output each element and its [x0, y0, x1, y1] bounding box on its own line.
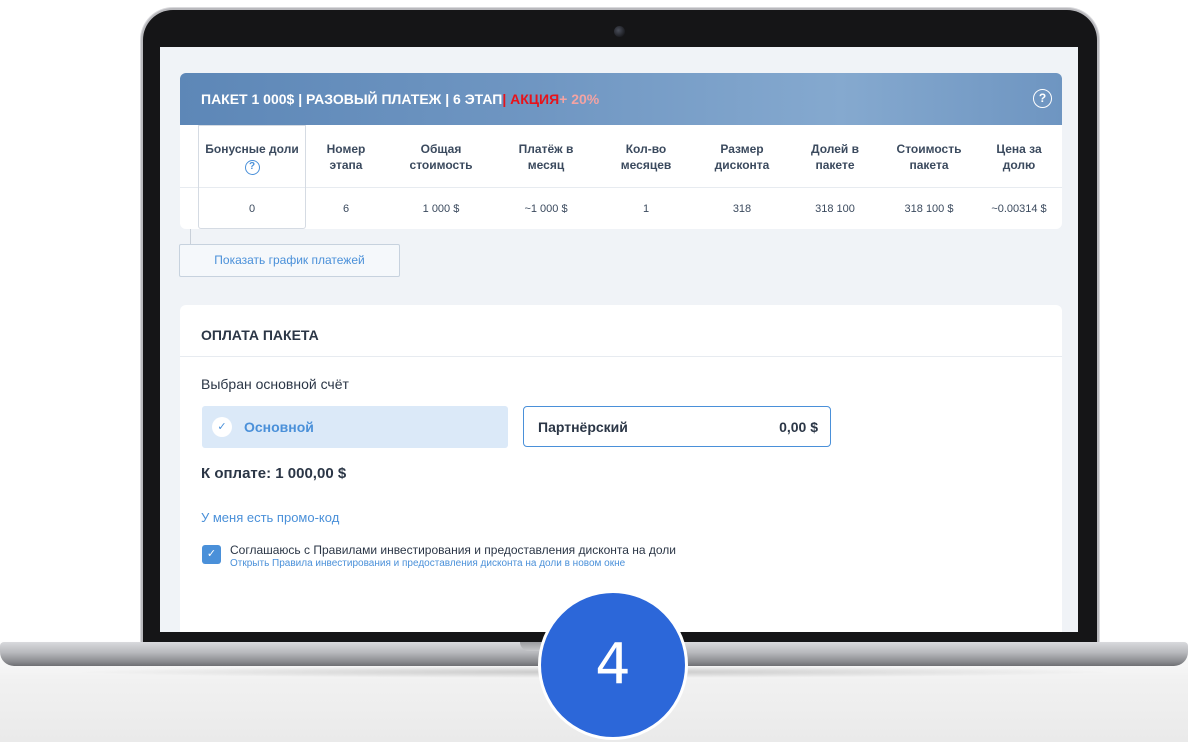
- table-header: Цена за долю: [996, 142, 1042, 172]
- promo-code-link[interactable]: У меня есть промо-код: [201, 510, 339, 525]
- table-header: Бонусные доли ?: [199, 141, 305, 175]
- table-cell: 0: [248, 203, 256, 215]
- table-header: Размер дисконта: [714, 142, 770, 172]
- check-icon: ✓: [212, 417, 232, 437]
- table-cell: 318 100: [815, 203, 855, 215]
- bonus-label: + 20%: [559, 91, 600, 107]
- package-title: ПАКЕТ 1 000$ | РАЗОВЫЙ ПЛАТЕЖ | 6 ЭТАП: [201, 91, 503, 107]
- table-col-discount: Размер дисконта 318: [696, 125, 788, 229]
- package-table: Бонусные доли ? 0 Номер этапа 6 Общая ст…: [180, 125, 1062, 229]
- main-account-label: Основной: [244, 419, 314, 435]
- partner-account-balance: 0,00 $: [779, 418, 818, 435]
- help-icon[interactable]: ?: [1033, 89, 1052, 108]
- table-header: Стоимость пакета: [896, 142, 962, 172]
- divider: [180, 356, 1062, 357]
- table-col-months: Кол-во месяцев 1: [596, 125, 696, 229]
- total-amount: К оплате: 1 000,00 $: [201, 465, 347, 482]
- selected-account-label: Выбран основной счёт: [201, 376, 349, 392]
- table-cell: 1: [642, 203, 650, 215]
- payment-title: ОПЛАТА ПАКЕТА: [201, 327, 319, 343]
- step-number-badge: 4: [538, 590, 688, 740]
- table-cell: 318: [732, 203, 752, 215]
- table-col-package-cost: Стоимость пакета 318 100 $: [882, 125, 976, 229]
- partner-account-option[interactable]: Партнёрский 0,00 $: [523, 406, 831, 447]
- table-col-stage: Номер этапа 6: [306, 125, 386, 229]
- table-cell: ~0.00314 $: [991, 203, 1047, 215]
- agree-label: Соглашаюсь с Правилами инвестирования и …: [230, 543, 677, 557]
- rules-link[interactable]: Открыть Правила инвестирования и предост…: [230, 558, 625, 569]
- table-cell: 6: [342, 203, 350, 215]
- table-col-bonus: Бонусные доли ? 0: [198, 125, 306, 229]
- agree-checkbox[interactable]: ✓: [202, 545, 221, 564]
- partner-account-label: Партнёрский: [538, 418, 628, 435]
- table-header: Долей в пакете: [811, 142, 859, 172]
- table-col-price: Цена за долю ~0.00314 $: [976, 125, 1062, 229]
- camera-icon: [614, 26, 625, 37]
- bonus-help-icon[interactable]: ?: [244, 160, 260, 175]
- table-col-shares: Долей в пакете 318 100: [788, 125, 882, 229]
- table-cell: 318 100 $: [904, 203, 954, 215]
- payment-card: ОПЛАТА ПАКЕТА Выбран основной счёт ✓ Осн…: [180, 305, 1062, 632]
- table-cell: ~1 000 $: [524, 203, 568, 215]
- table-header: Кол-во месяцев: [620, 142, 672, 172]
- table-col-monthly: Платёж в месяц ~1 000 $: [496, 125, 596, 229]
- table-header: Номер этапа: [326, 142, 366, 172]
- screen: ПАКЕТ 1 000$ | РАЗОВЫЙ ПЛАТЕЖ | 6 ЭТАП |…: [160, 47, 1078, 632]
- promo-label: | АКЦИЯ: [502, 91, 560, 107]
- show-schedule-button[interactable]: Показать график платежей: [179, 244, 400, 277]
- table-col-total: Общая стоимость 1 000 $: [386, 125, 496, 229]
- table-header: Общая стоимость: [409, 142, 473, 172]
- table-cell: 1 000 $: [422, 203, 460, 215]
- table-header: Платёж в месяц: [518, 142, 574, 172]
- main-account-option[interactable]: ✓ Основной: [202, 406, 508, 448]
- package-header: ПАКЕТ 1 000$ | РАЗОВЫЙ ПЛАТЕЖ | 6 ЭТАП |…: [180, 73, 1062, 125]
